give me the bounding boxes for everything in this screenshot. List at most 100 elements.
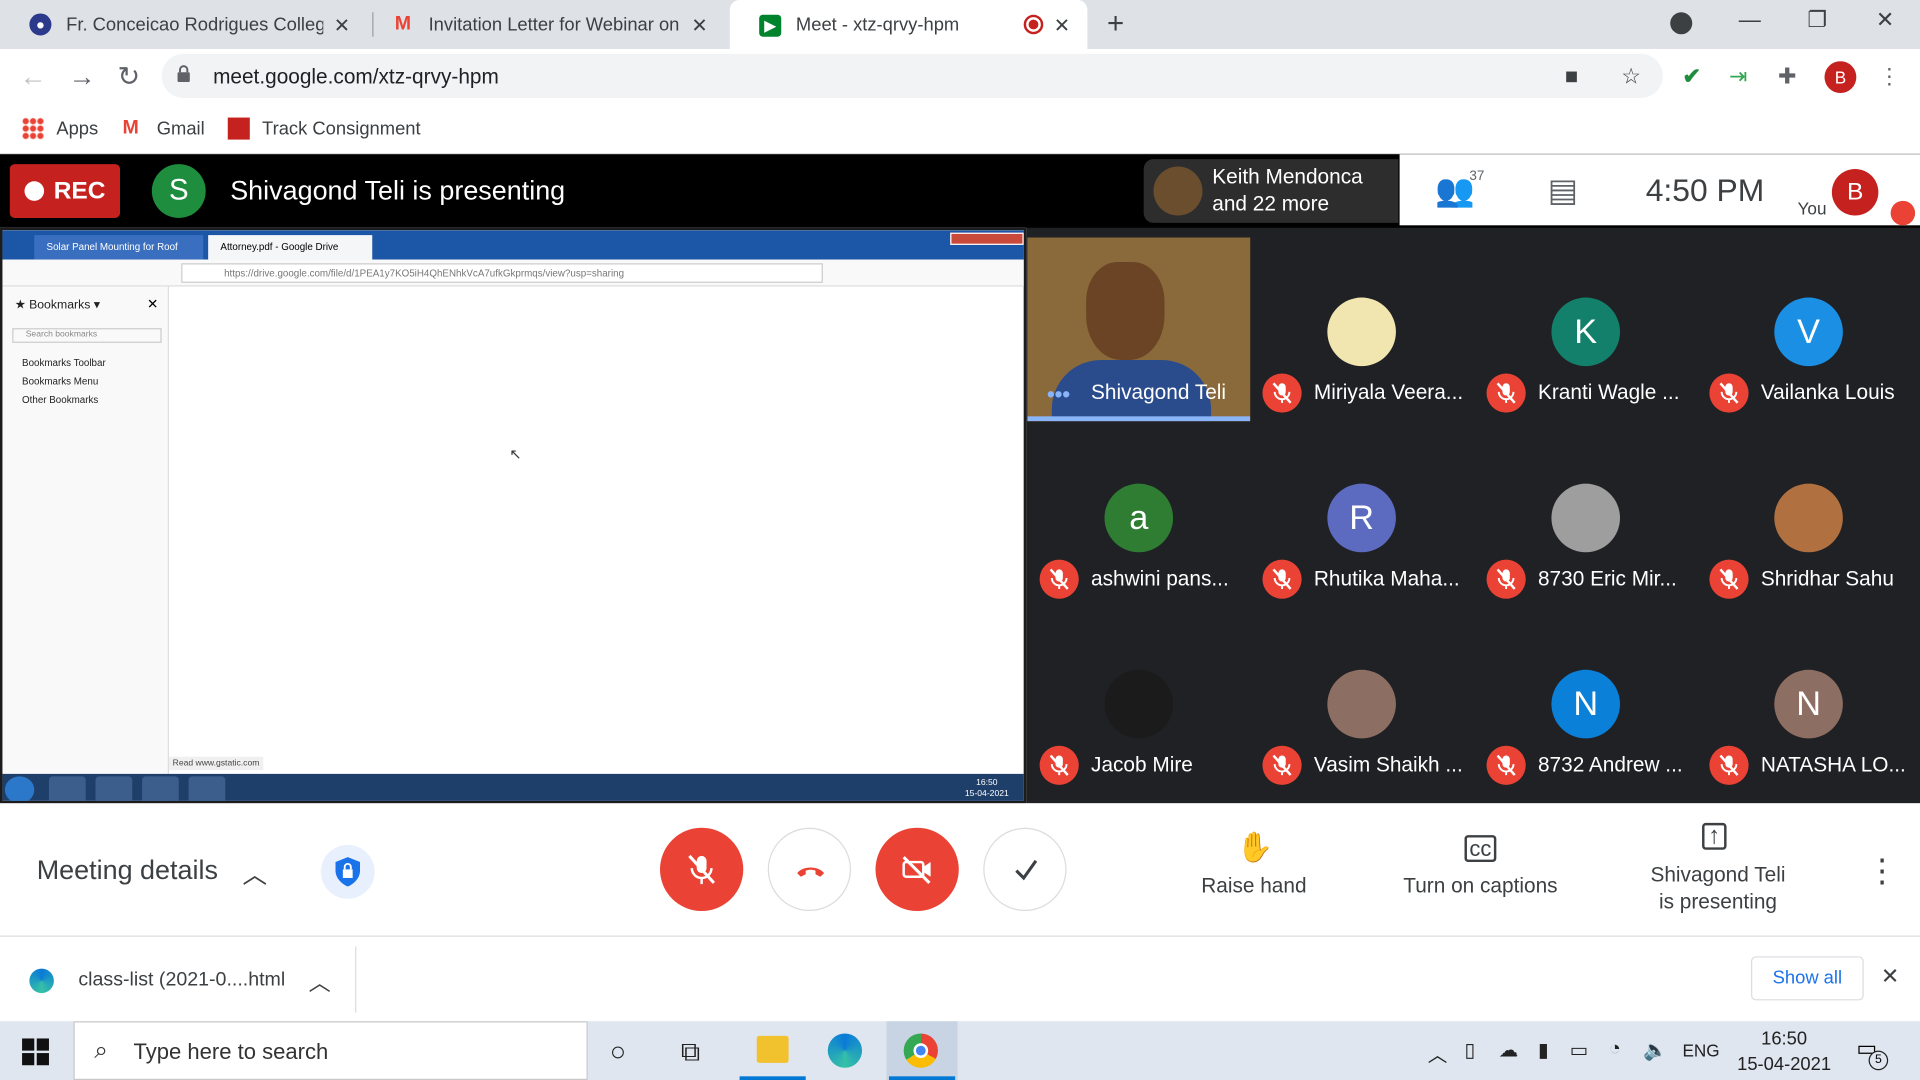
raise-hand-icon[interactable]: ✋ bbox=[1237, 830, 1274, 866]
camera-icon[interactable]: ■ bbox=[1565, 64, 1578, 90]
download-item[interactable]: class-list (2021-0....html bbox=[78, 970, 285, 992]
wifi-icon[interactable]: ◔ bbox=[1609, 1038, 1621, 1060]
shared-window-controls bbox=[950, 232, 1024, 245]
chevron-up-icon[interactable]: ︿ bbox=[309, 966, 331, 998]
close-icon[interactable]: ✕ bbox=[334, 13, 350, 37]
captions-icon[interactable]: cc bbox=[1464, 835, 1497, 863]
shared-chrome-icon bbox=[48, 776, 86, 801]
extensions-icon[interactable]: ✚ bbox=[1778, 64, 1796, 90]
mic-muted-icon bbox=[1262, 373, 1302, 413]
participant-tile[interactable]: R Rhutika Maha... bbox=[1250, 424, 1473, 610]
bookmark-label: Apps bbox=[56, 118, 99, 139]
tray-device-icon[interactable]: ▯ bbox=[1465, 1038, 1476, 1062]
show-all-button[interactable]: Show all bbox=[1751, 956, 1864, 1001]
participant-avatar: K bbox=[1551, 297, 1621, 367]
bookmark-star-icon[interactable]: ☆ bbox=[1621, 64, 1641, 90]
raise-hand-button[interactable]: Raise hand bbox=[1180, 874, 1327, 898]
chevron-up-icon[interactable]: ︿ bbox=[242, 855, 266, 891]
you-label: You bbox=[1797, 198, 1827, 218]
cortana-icon[interactable]: ○ bbox=[610, 1036, 626, 1068]
present-screen-icon[interactable]: ↑ bbox=[1702, 822, 1727, 850]
profile-avatar[interactable]: B bbox=[1824, 61, 1857, 94]
forward-icon[interactable]: → bbox=[69, 61, 96, 93]
bookmark-track-consignment[interactable]: Track Consignment bbox=[227, 117, 421, 140]
taskbar-chrome[interactable] bbox=[886, 1021, 958, 1080]
mic-off-button[interactable] bbox=[660, 827, 744, 912]
shared-status-text: Read www.gstatic.com bbox=[168, 756, 264, 771]
tab-search-icon[interactable] bbox=[1670, 12, 1693, 35]
extension-check-icon[interactable]: ✔ bbox=[1682, 64, 1700, 90]
speaking-indicator-icon: ••• bbox=[1046, 382, 1071, 407]
screen: ● Fr. Conceicao Rodrigues College ✕ M In… bbox=[0, 0, 1920, 1080]
tray-chevron-icon[interactable]: ︿ bbox=[1428, 1038, 1448, 1067]
microphone-icon[interactable]: ▮ bbox=[1538, 1038, 1549, 1062]
tab-title: Fr. Conceicao Rodrigues College bbox=[66, 14, 324, 35]
participant-tile-video[interactable]: ••• Shivagond Teli bbox=[1027, 237, 1251, 422]
participant-tile[interactable]: K Kranti Wagle ... bbox=[1474, 238, 1697, 424]
participant-name: 8730 Eric Mir... bbox=[1537, 566, 1677, 591]
meet-top-bar: REC S Shivagond Teli is presenting Keith… bbox=[0, 154, 1920, 228]
task-view-icon[interactable]: ⧉ bbox=[681, 1036, 700, 1068]
meeting-details-button[interactable]: Meeting details bbox=[37, 855, 218, 887]
shared-tab-title: Solar Panel Mounting for Roof bbox=[46, 241, 178, 253]
check-icon bbox=[1015, 859, 1038, 881]
minimize-icon[interactable]: — bbox=[1739, 7, 1761, 33]
participants-preview[interactable]: Keith Mendonca and 22 more bbox=[1143, 159, 1399, 223]
captions-button[interactable]: Turn on captions bbox=[1391, 874, 1570, 898]
check-button[interactable] bbox=[983, 827, 1067, 912]
notifications-icon[interactable]: ▭ 5 bbox=[1856, 1036, 1889, 1071]
chat-icon[interactable]: ▤ bbox=[1548, 171, 1578, 209]
participant-tile[interactable]: Vasim Shaikh ... bbox=[1250, 610, 1473, 796]
language-indicator[interactable]: ENG bbox=[1682, 1041, 1719, 1061]
participant-name: Vasim Shaikh ... bbox=[1313, 753, 1463, 777]
shared-nav-bar: https://drive.google.com/file/d/1PEA1y7K… bbox=[2, 259, 1024, 287]
taskbar-file-explorer[interactable] bbox=[737, 1021, 808, 1080]
shared-browser-tabs: Solar Panel Mounting for Roof Attorney.p… bbox=[2, 230, 1024, 260]
participant-tile[interactable]: Jacob Mire bbox=[1027, 610, 1250, 796]
participant-tile[interactable]: Shridhar Sahu bbox=[1697, 424, 1920, 610]
windows-start-icon[interactable] bbox=[22, 1038, 49, 1066]
volume-icon[interactable]: 🔈 bbox=[1643, 1038, 1667, 1062]
presenting-button[interactable]: Shivagond Teli is presenting bbox=[1631, 862, 1805, 916]
shared-firefox-icon bbox=[142, 776, 179, 801]
participant-avatar bbox=[1551, 483, 1621, 553]
taskbar-edge[interactable] bbox=[811, 1021, 882, 1080]
participant-tile[interactable]: N 8732 Andrew ... bbox=[1474, 610, 1697, 796]
shared-explorer-icon bbox=[188, 776, 226, 801]
camera-off-button[interactable] bbox=[875, 827, 959, 912]
extension-login-icon[interactable]: ⇥ bbox=[1729, 64, 1747, 90]
leave-call-button[interactable] bbox=[767, 827, 852, 912]
battery-icon[interactable]: ▭ bbox=[1570, 1038, 1589, 1062]
back-icon[interactable]: ← bbox=[20, 61, 47, 93]
shared-clock-date: 15-04-2021 bbox=[964, 789, 1009, 799]
onedrive-icon[interactable]: ☁ bbox=[1499, 1038, 1519, 1062]
hangup-icon bbox=[797, 867, 825, 877]
tab-invitation[interactable]: M Invitation Letter for Webinar on ✕ bbox=[362, 0, 724, 49]
taskbar-search[interactable]: ⌕ Type here to search bbox=[73, 1021, 588, 1080]
close-icon[interactable]: ✕ bbox=[691, 13, 707, 37]
participant-tile[interactable]: V Vailanka Louis bbox=[1697, 238, 1920, 424]
close-icon[interactable]: ✕ bbox=[1054, 13, 1070, 37]
host-controls-icon[interactable] bbox=[320, 844, 375, 899]
bookmark-apps[interactable]: Apps bbox=[22, 117, 99, 140]
bookmark-gmail[interactable]: M Gmail bbox=[122, 118, 204, 140]
participant-tile[interactable]: 8730 Eric Mir... bbox=[1474, 424, 1697, 610]
restore-icon[interactable]: ❐ bbox=[1807, 7, 1827, 33]
reload-icon[interactable]: ↻ bbox=[118, 61, 141, 93]
new-tab-icon[interactable]: + bbox=[1107, 7, 1124, 41]
participants-count: 37 bbox=[1469, 168, 1485, 184]
taskbar-clock[interactable]: 16:50 15-04-2021 bbox=[1729, 1026, 1839, 1077]
participant-tile[interactable]: N NATASHA LO... bbox=[1697, 610, 1920, 796]
close-icon[interactable]: ✕ bbox=[1881, 964, 1899, 990]
browser-menu-icon[interactable]: ⋮ bbox=[1878, 64, 1900, 90]
address-bar[interactable]: meet.google.com/xtz-qrvy-hpm ■ ☆ bbox=[161, 53, 1663, 98]
participant-tile[interactable]: Miriyala Veera... bbox=[1250, 238, 1473, 424]
mic-muted-icon bbox=[1709, 559, 1749, 599]
tab-college[interactable]: ● Fr. Conceicao Rodrigues College ✕ bbox=[0, 0, 367, 49]
shared-tab-2: Attorney.pdf - Google Drive bbox=[208, 235, 373, 260]
participant-tile[interactable]: a ashwini pans... bbox=[1027, 424, 1250, 610]
shared-app-icon bbox=[95, 776, 133, 801]
close-window-icon[interactable]: ✕ bbox=[1876, 7, 1894, 33]
tab-meet[interactable]: ▶ Meet - xtz-qrvy-hpm ✕ bbox=[729, 0, 1088, 51]
more-options-icon[interactable]: ⋮ bbox=[1866, 852, 1898, 890]
